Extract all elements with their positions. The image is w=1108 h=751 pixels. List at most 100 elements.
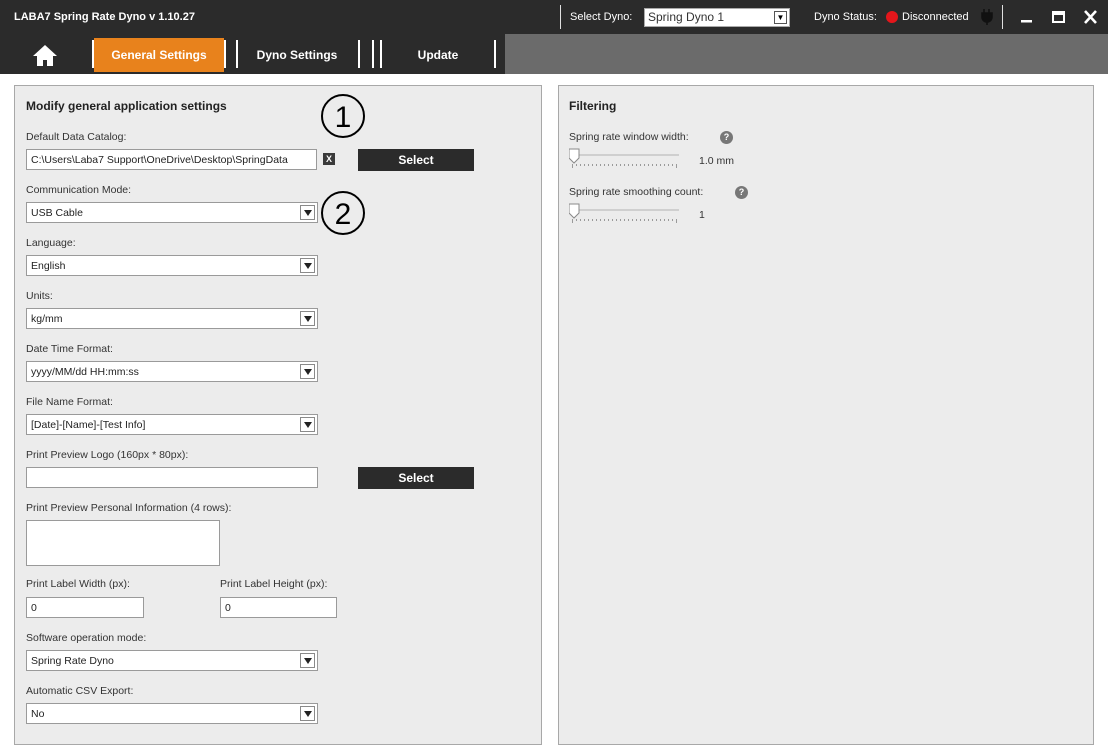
close-button[interactable] (1076, 5, 1106, 29)
print-logo-input[interactable] (26, 467, 318, 488)
clear-catalog-button[interactable]: X (323, 153, 335, 165)
panel-title: Modify general application settings (26, 99, 227, 113)
date-time-format-select[interactable]: yyyy/MM/dd HH:mm:ss (26, 361, 318, 382)
maximize-button[interactable] (1044, 5, 1074, 29)
select-catalog-button[interactable]: Select (358, 149, 474, 171)
slider-ticks (572, 164, 677, 168)
chevron-down-icon[interactable] (300, 205, 315, 220)
language-value: English (31, 260, 66, 272)
file-name-format-label: File Name Format: (26, 396, 113, 408)
slider-tick (668, 164, 669, 166)
label-height-input[interactable]: 0 (220, 597, 337, 618)
chevron-down-icon[interactable] (300, 706, 315, 721)
tab-dyno-settings[interactable]: Dyno Settings (238, 38, 356, 72)
tab-general-settings[interactable]: General Settings (94, 38, 224, 72)
annotation-marker-1: 1 (321, 94, 365, 138)
communication-mode-value: USB Cable (31, 207, 83, 219)
slider-tick (592, 219, 593, 221)
chevron-down-icon[interactable]: ▼ (774, 11, 787, 24)
slider-tick (632, 219, 633, 221)
print-logo-label: Print Preview Logo (160px * 80px): (26, 449, 189, 461)
date-time-format-value: yyyy/MM/dd HH:mm:ss (31, 366, 139, 378)
chevron-down-icon[interactable] (300, 653, 315, 668)
plug-icon (981, 9, 993, 25)
slider-tick (676, 164, 677, 168)
slider-tick (616, 219, 617, 221)
operation-mode-select[interactable]: Spring Rate Dyno (26, 650, 318, 671)
date-time-format-label: Date Time Format: (26, 343, 113, 355)
smoothing-count-label: Spring rate smoothing count: (569, 186, 704, 198)
title-separator (560, 5, 561, 29)
minimize-button[interactable] (1012, 5, 1042, 29)
select-dyno-label: Select Dyno: (570, 11, 633, 23)
language-select[interactable]: English (26, 255, 318, 276)
status-indicator-icon (886, 11, 898, 23)
csv-export-value: No (31, 708, 45, 720)
slider-tick (596, 219, 597, 221)
app-window: LABA7 Spring Rate Dyno v 1.10.27 Select … (0, 0, 1108, 751)
nav-divider (358, 40, 360, 68)
slider-tick (572, 219, 573, 223)
filtering-panel: Filtering Spring rate window width: ? 1.… (558, 85, 1094, 745)
help-icon[interactable]: ? (720, 131, 733, 144)
chevron-down-icon[interactable] (300, 258, 315, 273)
communication-mode-label: Communication Mode: (26, 184, 132, 196)
slider-tick (652, 164, 653, 166)
slider-tick (676, 219, 677, 223)
communication-mode-select[interactable]: USB Cable (26, 202, 318, 223)
slider-tick (660, 219, 661, 221)
slider-tick (644, 164, 645, 166)
slider-tick (664, 164, 665, 166)
window-width-label: Spring rate window width: (569, 131, 689, 143)
chevron-down-icon[interactable] (300, 364, 315, 379)
maximize-icon (1052, 11, 1065, 23)
slider-tick (604, 164, 605, 166)
dyno-status-label: Dyno Status: (814, 11, 877, 23)
slider-tick (604, 219, 605, 221)
personal-info-label: Print Preview Personal Information (4 ro… (26, 502, 232, 514)
personal-info-textarea[interactable] (26, 520, 220, 566)
dyno-select-value: Spring Dyno 1 (648, 10, 725, 24)
slider-tick (600, 164, 601, 166)
slider-tick (620, 164, 621, 166)
general-settings-panel: Modify general application settings Defa… (14, 85, 542, 745)
default-catalog-label: Default Data Catalog: (26, 131, 127, 143)
tab-update[interactable]: Update (382, 38, 494, 72)
chevron-down-icon[interactable] (300, 311, 315, 326)
annotation-2-text: 2 (335, 198, 352, 231)
slider-tick (628, 164, 629, 166)
select-logo-button[interactable]: Select (358, 467, 474, 489)
slider-tick (660, 164, 661, 166)
slider-thumb[interactable] (568, 148, 580, 164)
slider-tick (620, 219, 621, 221)
dyno-select[interactable]: Spring Dyno 1 ▼ (644, 8, 790, 27)
title-bar: LABA7 Spring Rate Dyno v 1.10.27 Select … (0, 0, 1108, 34)
file-name-format-select[interactable]: [Date]-[Name]-[Test Info] (26, 414, 318, 435)
smoothing-count-slider[interactable] (568, 202, 681, 224)
window-width-value: 1.0 mm (699, 155, 735, 167)
help-icon[interactable]: ? (735, 186, 748, 199)
smoothing-count-value: 1 (699, 209, 705, 221)
chevron-down-icon[interactable] (300, 417, 315, 432)
slider-tick (612, 164, 613, 166)
slider-thumb[interactable] (568, 203, 580, 219)
label-width-value: 0 (31, 602, 37, 614)
slider-tick (636, 164, 637, 166)
slider-tick (672, 219, 673, 221)
slider-tick (584, 164, 585, 166)
home-button[interactable] (28, 42, 62, 68)
label-width-input[interactable]: 0 (26, 597, 144, 618)
units-select[interactable]: kg/mm (26, 308, 318, 329)
slider-tick (648, 164, 649, 166)
csv-export-select[interactable]: No (26, 703, 318, 724)
slider-tick (612, 219, 613, 221)
slider-tick (632, 164, 633, 166)
window-width-slider[interactable] (568, 147, 681, 169)
slider-tick (580, 164, 581, 166)
nav-divider (372, 40, 374, 68)
slider-track (568, 203, 679, 223)
default-catalog-input[interactable]: C:\Users\Laba7 Support\OneDrive\Desktop\… (26, 149, 317, 170)
minimize-icon (1021, 20, 1032, 23)
slider-tick (640, 164, 641, 166)
label-width-label: Print Label Width (px): (26, 578, 130, 590)
